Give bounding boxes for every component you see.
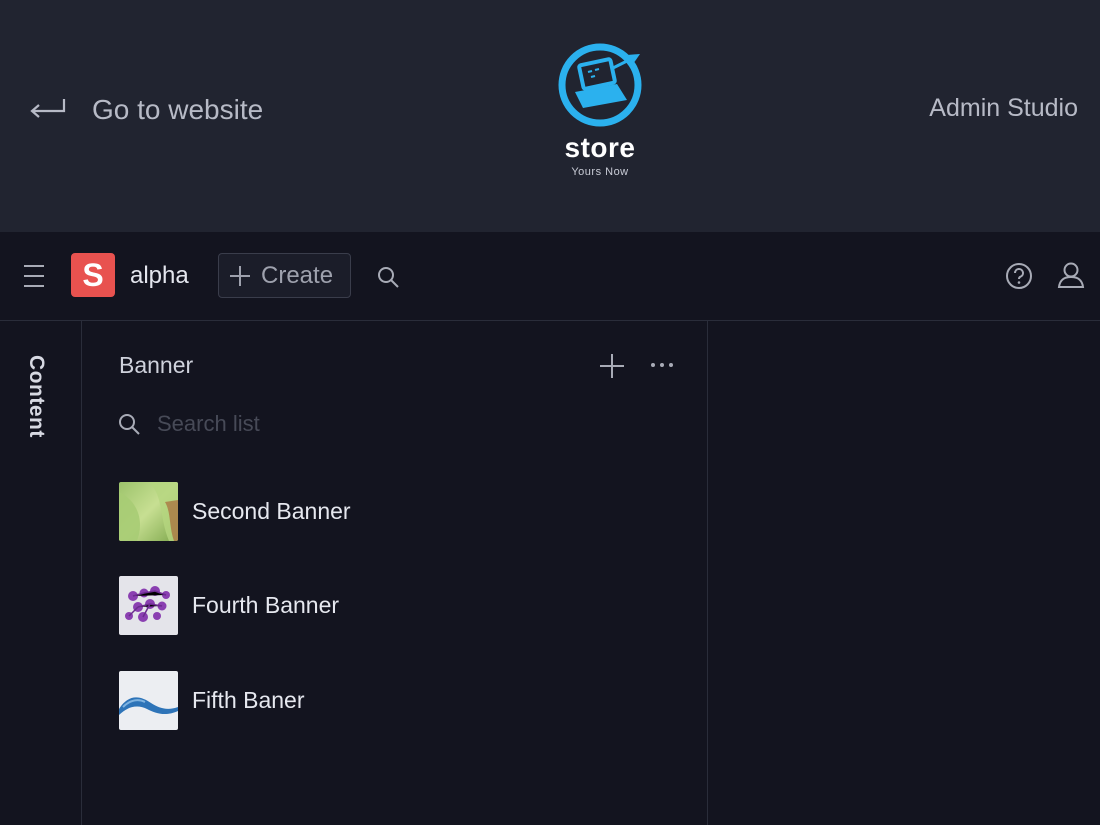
studio-header: Go to website store Yours Now Admin Stud… (0, 0, 1100, 232)
tab-content[interactable]: Content (24, 355, 48, 438)
store-logo[interactable]: store Yours Now (545, 40, 655, 185)
search-icon[interactable] (376, 265, 400, 294)
go-to-website-link[interactable]: Go to website (28, 90, 263, 130)
editor-pane (709, 321, 1100, 825)
banner-thumbnail (119, 481, 178, 541)
logo-name: store (564, 132, 636, 163)
list-item[interactable]: Fourth Banner (119, 575, 679, 635)
list-item-title: Fifth Baner (192, 686, 305, 713)
list-item-title: Fourth Banner (192, 591, 340, 618)
list-item-title: Second Banner (192, 497, 351, 524)
list-item[interactable]: Second Banner (119, 481, 679, 541)
return-arrow-icon (28, 97, 68, 123)
admin-studio-title: Admin Studio (929, 94, 1078, 122)
search-list-input[interactable] (157, 411, 637, 437)
laptop-rocket-icon (558, 43, 642, 127)
logo-tagline: Yours Now (571, 166, 629, 178)
search-icon (119, 414, 140, 435)
menu-icon[interactable] (22, 265, 48, 287)
plus-icon (600, 354, 624, 378)
studio-navbar: S alpha Create (0, 232, 1100, 321)
create-button[interactable]: Create (218, 253, 351, 298)
list-item[interactable]: Fifth Baner (119, 670, 679, 730)
pane-title: Banner (119, 352, 194, 378)
project-avatar[interactable]: S (71, 253, 115, 297)
go-to-website-label: Go to website (92, 94, 264, 125)
more-options-button[interactable] (649, 355, 675, 380)
ellipsis-icon (651, 363, 673, 367)
tool-rail: Content (0, 321, 82, 825)
project-name[interactable]: alpha (130, 262, 189, 290)
help-icon[interactable] (1005, 262, 1033, 295)
add-document-button[interactable] (599, 353, 625, 384)
user-icon[interactable] (1056, 260, 1086, 295)
list-search (117, 409, 677, 439)
document-list-pane: Banner Search list Second Banner Fourth … (83, 321, 708, 825)
banner-thumbnail (119, 575, 178, 635)
banner-thumbnail (119, 670, 178, 730)
plus-icon (230, 265, 250, 286)
create-label: Create (261, 261, 334, 289)
